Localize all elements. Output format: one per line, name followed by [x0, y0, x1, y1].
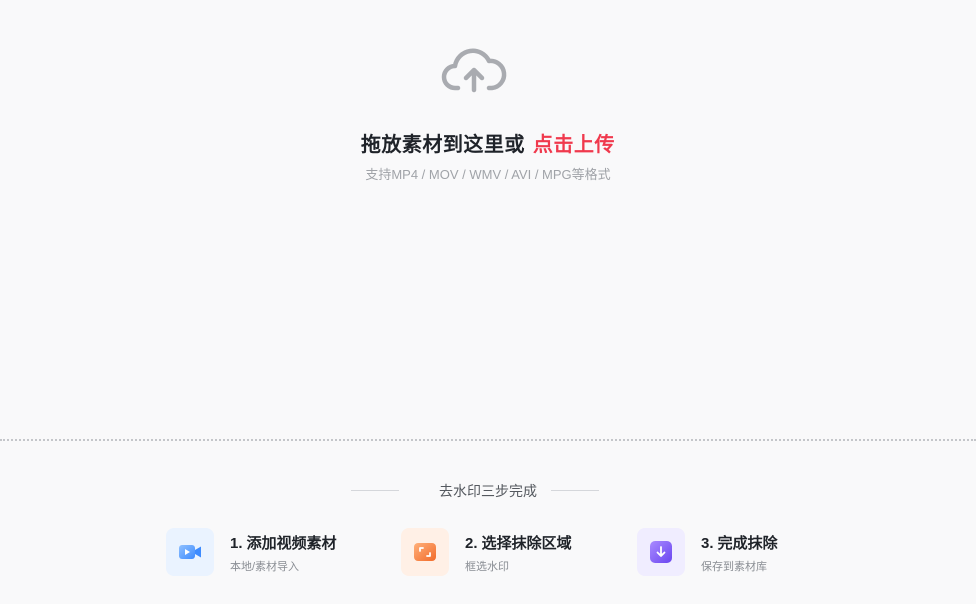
upload-prompt-text: 拖放素材到这里或 — [361, 134, 525, 156]
step-icon-box — [166, 528, 214, 576]
step-desc: 保存到素材库 — [701, 561, 767, 573]
heading-line-left — [351, 490, 399, 491]
step-icon-box — [637, 528, 685, 576]
crop-frame-icon — [414, 543, 436, 561]
step-title: 1. 添加视频素材 — [230, 535, 337, 552]
step-desc: 本地/素材导入 — [230, 561, 300, 573]
cloud-upload-icon — [441, 48, 507, 93]
upload-dropzone[interactable]: 拖放素材到这里或 点击上传 支持MP4 / MOV / WMV / AVI / M… — [0, 0, 976, 440]
download-icon — [650, 541, 672, 563]
upload-headline: 拖放素材到这里或 点击上传 — [0, 128, 976, 157]
step-title: 3. 完成抹除 — [701, 535, 778, 552]
step-icon-box — [401, 528, 449, 576]
section-divider — [0, 439, 976, 441]
step-add-video: 1. 添加视频素材 本地/素材导入 — [166, 528, 366, 576]
steps-title: 去水印三步完成 — [439, 483, 537, 499]
video-icon — [179, 545, 201, 559]
step-desc: 框选水印 — [465, 561, 509, 573]
steps-heading: 去水印三步完成 — [0, 480, 976, 502]
step-title: 2. 选择抹除区域 — [465, 535, 572, 552]
supported-formats-text: 支持MP4 / MOV / WMV / AVI / MPG等格式 — [365, 167, 611, 182]
step-select-area: 2. 选择抹除区域 框选水印 — [401, 528, 601, 576]
step-finish-removal: 3. 完成抹除 保存到素材库 — [637, 528, 837, 576]
heading-line-right — [551, 490, 599, 491]
watermark-remover-page: 拖放素材到这里或 点击上传 支持MP4 / MOV / WMV / AVI / M… — [0, 0, 976, 604]
click-upload-link[interactable]: 点击上传 — [533, 134, 615, 156]
